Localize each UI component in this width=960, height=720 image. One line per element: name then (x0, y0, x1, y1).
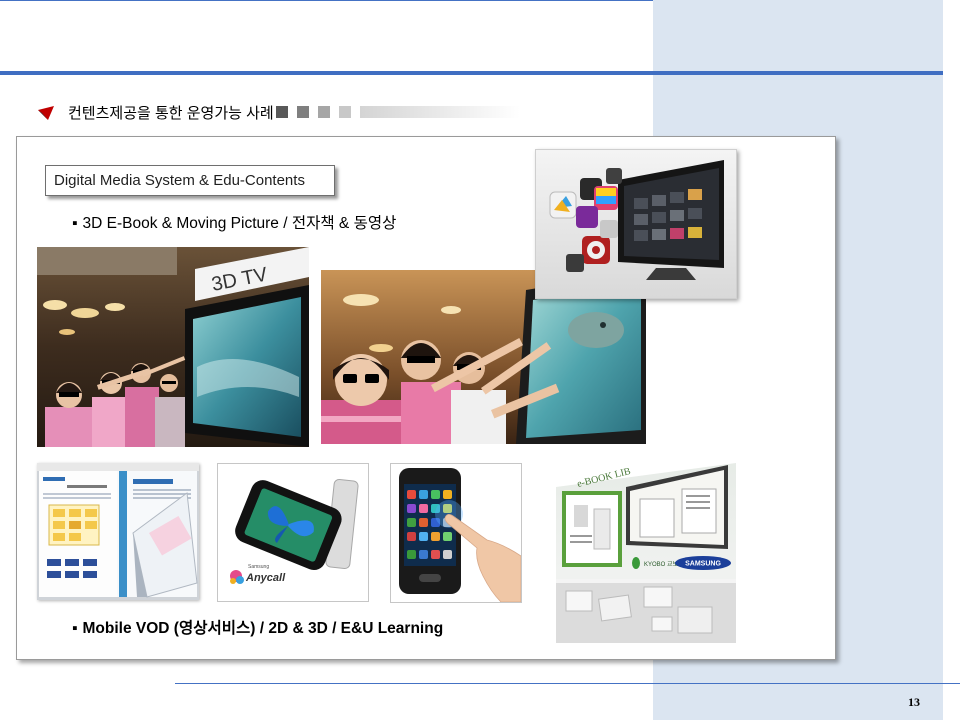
square-bullet: ▪ (72, 215, 78, 232)
bullet-text: 3D E-Book & Moving Picture / 전자책 & 동영상 (82, 215, 397, 232)
square-bullet: ▪ (72, 620, 78, 637)
photo-smartphone-touch (390, 463, 522, 603)
section-heading: 컨텐츠제공을 통한 운영가능 사례 (37, 101, 520, 123)
photo-anycall-phone: Samsung Anycall (217, 463, 369, 602)
display-board-left (562, 491, 622, 567)
heading-text: 컨텐츠제공을 통한 운영가능 사례 (68, 104, 274, 122)
photo-ebook-library-kiosk: e-BOOK LIB KYOBO 교보문고 SAMSUNG (556, 457, 736, 643)
heading-fade-bar (359, 106, 520, 118)
heading-square-2 (296, 106, 309, 118)
samsung-small-text: Samsung (248, 564, 269, 570)
bullet-text: Mobile VOD (영상서비스) / 2D & 3D / E&U Learn… (82, 620, 444, 637)
heading-square-1 (275, 106, 288, 118)
photo-internet-tv-apps (535, 149, 737, 299)
category-label: Digital Media System & Edu-Contents (45, 165, 335, 196)
title-rule (0, 71, 943, 75)
bullet-3d-ebook: ▪ 3D E-Book & Moving Picture / 전자책 & 동영상 (72, 214, 396, 234)
red-arrow-icon (38, 106, 54, 120)
kyobo-leaf (632, 557, 640, 569)
footer-line (175, 683, 960, 684)
heading-square-4 (338, 106, 351, 118)
photo-ebook-pages (37, 463, 199, 600)
tv-screen (526, 280, 641, 438)
bullet-mobile-vod: ▪ Mobile VOD (영상서비스) / 2D & 3D / E&U Lear… (72, 619, 443, 639)
seal-figure (568, 312, 624, 348)
heading-square-3 (317, 106, 330, 118)
page-number: 13 (908, 695, 920, 709)
anycall-logo-text: Anycall (245, 572, 286, 584)
photo-3d-tv-exhibition: 3D TV (37, 247, 309, 447)
samsung-logo-text: SAMSUNG (685, 561, 721, 568)
